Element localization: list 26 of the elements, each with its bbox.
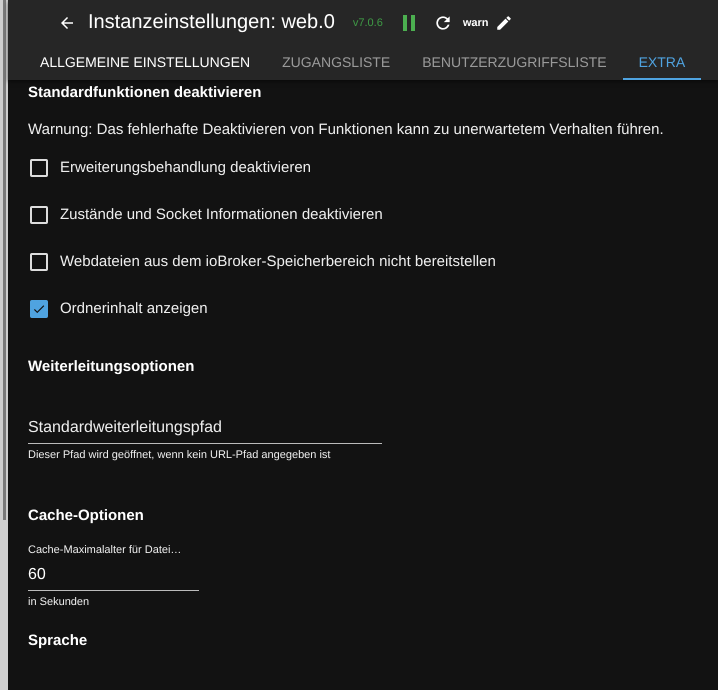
- pause-icon: [400, 14, 417, 32]
- tab[interactable]: BENUTZERZUGRIFFSLISTE: [406, 45, 623, 80]
- warning-text: Warnung: Das fehlerhafte Deaktivieren von Funktionen kann zu unerwartetem Verhalten führen.: [28, 121, 665, 138]
- input-field[interactable]: 60: [28, 562, 199, 591]
- tab[interactable]: ALLGEMEINE EINSTELLUNGEN: [24, 45, 266, 80]
- checkbox[interactable]: [30, 300, 48, 318]
- tab[interactable]: EXTRA: [622, 45, 702, 80]
- pause-button[interactable]: [400, 14, 417, 32]
- input-field[interactable]: Standardweiterleitungspfad: [28, 415, 382, 444]
- section-heading: Cache-Optionen: [28, 506, 145, 524]
- edit-button[interactable]: [494, 14, 512, 32]
- helper-text: Dieser Pfad wird geöffnet, wenn kein URL-Pfad angegeben ist: [28, 449, 332, 461]
- checkbox-label: Ordnerinhalt anzeigen: [60, 300, 208, 317]
- checkbox-label: Webdateien aus dem ioBroker-Speicherbereich nicht bereitstellen: [60, 253, 496, 270]
- log-level-label: warn: [462, 16, 488, 28]
- window-title: Instanzeinstellungen: web.0: [88, 11, 335, 34]
- tab[interactable]: ZUGANGSLISTE: [266, 45, 406, 80]
- checkbox-label: Zustände und Socket Informationen deaktivieren: [60, 206, 383, 223]
- section-heading: Sprache: [28, 631, 88, 649]
- section-heading: Standardfunktionen deaktivieren: [28, 83, 262, 101]
- helper-text: in Sekunden: [28, 596, 90, 608]
- pencil-icon: [494, 14, 512, 32]
- checkbox-label: Erweiterungsbehandlung deaktivieren: [60, 159, 312, 176]
- section-heading: Weiterleitungsoptionen: [28, 357, 196, 375]
- version-label: v7.0.6: [352, 16, 383, 28]
- field-label: Cache-Maximalalter für Datei…: [28, 544, 182, 556]
